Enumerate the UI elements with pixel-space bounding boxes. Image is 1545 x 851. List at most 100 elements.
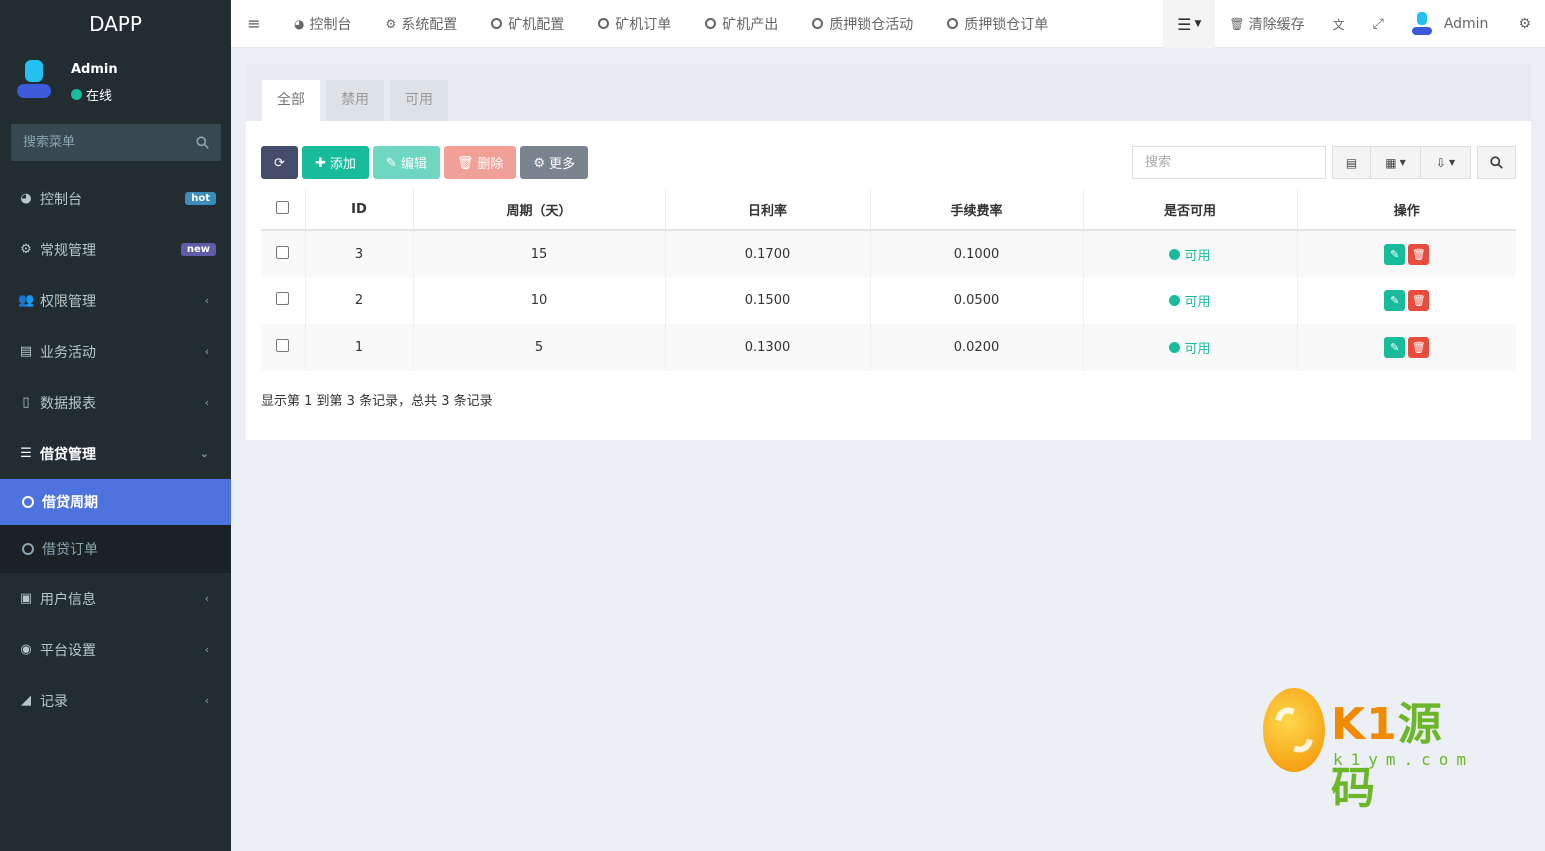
sidebar-item-dashboard[interactable]: ◕ 控制台 hot xyxy=(0,173,231,224)
sidebar-subitem-loan-orders[interactable]: 借贷订单 xyxy=(0,525,231,573)
circle-icon xyxy=(947,18,959,29)
nav-tab-staking-activity[interactable]: 质押锁仓活动 xyxy=(795,0,930,48)
export-icon: ⇩ xyxy=(1435,155,1446,170)
avatar xyxy=(17,60,51,100)
user-menu[interactable]: Admin xyxy=(1398,0,1519,48)
col-status[interactable]: 是否可用 xyxy=(1083,189,1298,231)
chevron-left-icon: ‹ xyxy=(204,294,209,307)
settings-button[interactable]: ⚙ xyxy=(1518,0,1545,48)
cogs-icon: ⚙ xyxy=(20,242,32,257)
file-text-icon: ▯ xyxy=(22,395,30,410)
table-row[interactable]: 3 15 0.1700 0.1000 可用 ✎ 🗑 xyxy=(261,230,1516,277)
tab-all[interactable]: 全部 xyxy=(262,80,320,121)
cell-id: 2 xyxy=(305,277,414,324)
row-delete-button[interactable]: 🗑 xyxy=(1408,290,1430,311)
watermark-logo: K1源码 k1ym.com xyxy=(1263,688,1473,814)
cell-period: 15 xyxy=(413,230,666,277)
advanced-search-button[interactable] xyxy=(1477,146,1516,179)
sidebar-item-business[interactable]: ▤ 业务活动 ‹ xyxy=(0,326,231,377)
sidebar-item-records[interactable]: ◢ 记录 ‹ xyxy=(0,675,231,726)
sidebar-item-platform-settings[interactable]: ◉ 平台设置 ‹ xyxy=(0,624,231,675)
cell-fee-rate: 0.0200 xyxy=(870,324,1084,371)
row-checkbox[interactable] xyxy=(276,339,290,352)
refresh-button[interactable]: ⟳ xyxy=(261,146,298,179)
status-badge[interactable]: 可用 xyxy=(1169,291,1211,310)
row-edit-button[interactable]: ✎ xyxy=(1384,243,1406,265)
delete-button[interactable]: 🗑 删除 xyxy=(443,146,517,179)
dashboard-icon: ◕ xyxy=(294,16,305,31)
nav-tab-system-config[interactable]: ⚙ 系统配置 xyxy=(368,0,474,48)
tab-enabled[interactable]: 可用 xyxy=(390,80,448,121)
table-row[interactable]: 1 5 0.1300 0.0200 可用 ✎ 🗑 xyxy=(261,324,1516,371)
dot-circle-icon: ◉ xyxy=(20,642,32,657)
nav-tab-miner-output[interactable]: 矿机产出 xyxy=(688,0,795,48)
col-id[interactable]: ID xyxy=(305,189,414,231)
translate-icon: 文 xyxy=(1332,17,1345,32)
table-search-input[interactable] xyxy=(1132,146,1326,179)
list-alt-icon: ▤ xyxy=(1345,155,1358,170)
status-badge[interactable]: 可用 xyxy=(1169,245,1211,264)
nav-tab-miner-orders[interactable]: 矿机订单 xyxy=(581,0,688,48)
clear-cache-button[interactable]: 🗑 清除缓存 xyxy=(1215,0,1318,48)
columns-dropdown-button[interactable]: ▦ ▼ xyxy=(1371,146,1421,179)
cell-id: 1 xyxy=(305,324,414,371)
table-tools: ▤ ▦▼ ⇩▼ xyxy=(1132,146,1516,179)
fullscreen-button[interactable]: ⤢ xyxy=(1359,0,1398,48)
row-checkbox[interactable] xyxy=(276,292,290,305)
top-navbar: ≡ ◕ 控制台 ⚙ 系统配置 矿机配置 矿机订单 矿机产出 质押锁仓活动 质押锁仓订… xyxy=(231,0,1545,48)
circle-icon xyxy=(598,18,610,29)
toggle-view-button[interactable]: ▤ xyxy=(1332,146,1371,179)
nav-tab-miner-config[interactable]: 矿机配置 xyxy=(474,0,581,48)
logo-circle-icon xyxy=(1263,688,1325,772)
hamburger-icon[interactable]: ≡ xyxy=(231,14,277,33)
user-panel: Admin 在线 xyxy=(0,48,231,114)
status-badge[interactable]: 可用 xyxy=(1169,338,1211,357)
panel-tabs: 全部 禁用 可用 xyxy=(246,64,1531,121)
menu-search-input[interactable] xyxy=(23,135,196,150)
sidebar-item-loans[interactable]: ☰ 借贷管理 ⌄ xyxy=(0,428,231,479)
add-button[interactable]: ✚ 添加 xyxy=(302,146,369,179)
select-all-checkbox[interactable] xyxy=(276,200,290,214)
circle-icon xyxy=(812,18,824,29)
dashboard-icon: ◕ xyxy=(20,191,32,206)
row-edit-button[interactable]: ✎ xyxy=(1384,290,1406,311)
language-button[interactable]: 文 xyxy=(1319,0,1359,48)
cog-icon: ⚙ xyxy=(385,16,397,31)
status-dot-icon xyxy=(1169,342,1181,353)
nav-tab-dashboard[interactable]: ◕ 控制台 xyxy=(277,0,368,48)
caret-down-icon: ▼ xyxy=(1399,158,1406,167)
row-checkbox[interactable] xyxy=(276,245,290,259)
sidebar-subitem-loan-period[interactable]: 借贷周期 xyxy=(0,479,231,525)
col-fee-rate[interactable]: 手续费率 xyxy=(870,189,1084,231)
sidebar-item-permissions[interactable]: 👥 权限管理 ‹ xyxy=(0,275,231,326)
app-logo[interactable]: DAPP xyxy=(0,0,231,48)
caret-down-icon: ▼ xyxy=(1194,19,1202,29)
tab-disabled[interactable]: 禁用 xyxy=(326,80,384,121)
sidebar-menu: ◕ 控制台 hot ⚙ 常规管理 new 👥 权限管理 ‹ ▤ 业务活动 ‹ ▯… xyxy=(0,173,231,726)
table-row[interactable]: 2 10 0.1500 0.0500 可用 ✎ 🗑 xyxy=(261,277,1516,324)
new-badge: new xyxy=(180,243,216,256)
row-edit-button[interactable]: ✎ xyxy=(1384,337,1406,358)
nav-tab-staking-orders[interactable]: 质押锁仓订单 xyxy=(930,0,1065,48)
sidebar: DAPP Admin 在线 ◕ 控制台 hot ⚙ 常规管理 new 👥 权限管… xyxy=(0,0,231,851)
col-period[interactable]: 周期（天） xyxy=(413,189,666,231)
list-alt-icon: ▤ xyxy=(19,344,33,359)
more-button[interactable]: ⚙ 更多 xyxy=(520,146,589,179)
tabs-dropdown-button[interactable]: ☰ ▼ xyxy=(1163,0,1216,48)
cell-period: 10 xyxy=(413,277,666,324)
sidebar-item-reports[interactable]: ▯ 数据报表 ‹ xyxy=(0,377,231,428)
sidebar-item-user-info[interactable]: ▣ 用户信息 ‹ xyxy=(0,573,231,624)
cell-fee-rate: 0.0500 xyxy=(870,277,1084,324)
search-icon[interactable] xyxy=(196,136,209,149)
edit-button[interactable]: ✎ 编辑 xyxy=(372,146,440,179)
group-icon: 👥 xyxy=(18,293,35,308)
sidebar-item-general[interactable]: ⚙ 常规管理 new xyxy=(0,224,231,275)
toolbar: ⟳ ✚ 添加 ✎ 编辑 🗑 删除 ⚙ 更多 xyxy=(261,146,589,179)
row-delete-button[interactable]: 🗑 xyxy=(1408,337,1430,358)
col-daily-rate[interactable]: 日利率 xyxy=(665,189,871,231)
export-dropdown-button[interactable]: ⇩ ▼ xyxy=(1421,146,1471,179)
col-actions: 操作 xyxy=(1297,189,1516,231)
circle-icon xyxy=(22,496,34,508)
chevron-left-icon: ‹ xyxy=(204,396,209,409)
row-delete-button[interactable]: 🗑 xyxy=(1408,243,1430,265)
